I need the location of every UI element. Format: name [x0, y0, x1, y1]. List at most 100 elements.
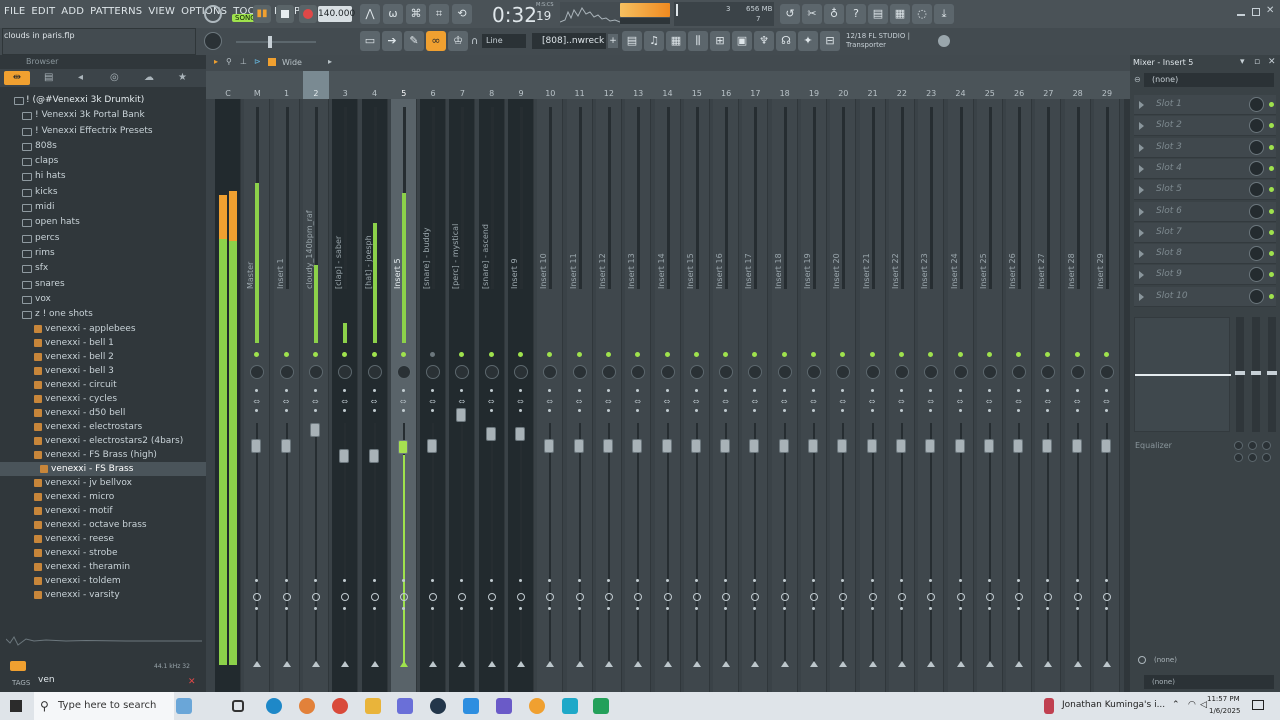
send-arrow-icon[interactable]: [1044, 661, 1053, 667]
fl-icon[interactable]: [463, 698, 479, 714]
slot-mix-knob[interactable]: [1249, 203, 1264, 219]
route-ring[interactable]: [663, 593, 672, 601]
slot-mix-knob[interactable]: [1249, 182, 1264, 198]
send-arrow-icon[interactable]: [370, 661, 379, 667]
browser-root[interactable]: ! (@#Venexxi 3k Drumkit): [0, 93, 206, 108]
track-enable-led[interactable]: [371, 352, 377, 357]
wait-button[interactable]: ω: [383, 4, 403, 24]
effect-slot[interactable]: Slot 2: [1134, 116, 1276, 137]
link-icon[interactable]: ∞: [426, 31, 446, 51]
windows-start-icon[interactable]: [10, 700, 22, 712]
send-arrow-icon[interactable]: [985, 661, 994, 667]
send-arrow-icon[interactable]: [1015, 661, 1024, 667]
mixer-tool-icon-2[interactable]: ⊥: [240, 57, 247, 66]
stereo-separation-icon[interactable]: ⇔: [1074, 397, 1081, 406]
route-ring[interactable]: [780, 593, 789, 601]
insert-track[interactable]: Insert 11 ⇔: [566, 99, 593, 692]
track-enable-led[interactable]: [986, 352, 992, 357]
insert-track[interactable]: Insert 25 ⇔: [976, 99, 1003, 692]
track-enable-led[interactable]: [1104, 352, 1109, 357]
route-ring[interactable]: [517, 593, 525, 601]
file-item[interactable]: venexxi - theramin: [0, 560, 206, 574]
file-item[interactable]: venexxi - jv bellvox: [0, 476, 206, 490]
pattern-keyboard-icon[interactable]: ▭: [360, 31, 380, 51]
insert-track[interactable]: Insert 10 ⇔: [537, 99, 564, 692]
insert-track[interactable]: Insert 27 ⇔: [1035, 99, 1062, 692]
slot-arrow-icon[interactable]: [1139, 228, 1144, 237]
volume-fader[interactable]: [280, 439, 291, 453]
input-select[interactable]: (none): [1144, 73, 1274, 87]
pan-knob[interactable]: [426, 365, 441, 379]
stereo-separation-icon[interactable]: ⇔: [546, 397, 553, 406]
master-pitch-slider[interactable]: [620, 18, 670, 24]
track-number[interactable]: M: [244, 89, 270, 98]
slot-enable-led[interactable]: [1269, 144, 1274, 150]
fl-studio-icon[interactable]: [529, 698, 545, 714]
file-item-selected[interactable]: venexxi - FS Brass: [0, 462, 206, 477]
file-item[interactable]: venexxi - electrostars2 (4bars): [0, 434, 206, 448]
stereo-separation-icon[interactable]: ⇔: [576, 397, 583, 406]
pan-knob[interactable]: [308, 365, 323, 379]
insert-track[interactable]: Insert 19 ⇔: [801, 99, 827, 692]
effect-slot[interactable]: Slot 10: [1134, 286, 1276, 307]
volume-fader[interactable]: [339, 449, 350, 463]
slot-mix-knob[interactable]: [1249, 267, 1264, 283]
mixer-view-label[interactable]: Wide: [282, 58, 302, 67]
pan-knob[interactable]: [1041, 365, 1056, 379]
teams-icon[interactable]: [496, 698, 512, 714]
stereo-separation-icon[interactable]: ⇔: [693, 397, 700, 406]
insert-track[interactable]: Insert 15 ⇔: [683, 99, 710, 692]
volume-fader[interactable]: [397, 440, 408, 454]
edge-icon[interactable]: [266, 698, 282, 714]
slot-mix-knob[interactable]: [1249, 97, 1264, 112]
insert-track[interactable]: Insert 18 ⇔: [771, 99, 798, 692]
pan-knob[interactable]: [982, 365, 997, 379]
route-ring[interactable]: [604, 593, 613, 601]
track-number[interactable]: 3: [332, 89, 358, 98]
track-enable-led[interactable]: [664, 352, 670, 357]
file-item[interactable]: venexxi - strobe: [0, 546, 206, 560]
slot-enable-led[interactable]: [1269, 293, 1274, 299]
effect-slot[interactable]: Slot 5: [1134, 180, 1276, 201]
stereo-separation-icon[interactable]: ⇔: [751, 397, 758, 406]
menu-view[interactable]: VIEW: [148, 6, 175, 17]
track-enable-led[interactable]: [693, 352, 699, 357]
revert-icon[interactable]: ↺: [780, 4, 800, 24]
insert-track[interactable]: Insert 16 ⇔: [713, 99, 740, 692]
track-enable-led[interactable]: [1074, 352, 1080, 357]
stereo-separation-icon[interactable]: ⇔: [488, 397, 495, 406]
piano-roll-icon[interactable]: ♫: [644, 31, 664, 51]
menu-edit[interactable]: EDIT: [31, 6, 55, 17]
send-arrow-icon[interactable]: [546, 661, 555, 667]
track-enable-led[interactable]: [518, 352, 523, 357]
stereo-separation-icon[interactable]: ⇔: [1103, 397, 1110, 406]
app-icon-2[interactable]: [562, 698, 578, 714]
clock-date[interactable]: 1/6/2025: [1209, 707, 1240, 715]
mixer-view-arrow-icon[interactable]: ▸: [328, 57, 332, 66]
minimize-window-icon[interactable]: [1237, 8, 1245, 16]
track-enable-led[interactable]: [342, 352, 348, 357]
volume-fader[interactable]: [720, 439, 731, 453]
insert-track[interactable]: Insert 17 ⇔: [742, 99, 769, 692]
volume-fader[interactable]: [661, 439, 672, 453]
file-item[interactable]: venexxi - octave brass: [0, 518, 206, 532]
effect-slot[interactable]: Slot 1: [1134, 95, 1276, 115]
pan-knob[interactable]: [1100, 365, 1114, 379]
insert-track[interactable]: cloudy_140bpm_raf ⇔: [302, 99, 329, 692]
pan-knob[interactable]: [836, 365, 851, 379]
insert-track[interactable]: Insert 20 ⇔: [830, 99, 857, 692]
send-arrow-icon[interactable]: [487, 661, 496, 667]
volume-fader[interactable]: [866, 439, 877, 453]
pan-knob[interactable]: [1012, 365, 1027, 379]
magnet-icon[interactable]: ∩: [471, 36, 478, 47]
volume-fader[interactable]: [544, 439, 555, 453]
wifi-icon[interactable]: ◠: [1188, 700, 1196, 710]
slot-arrow-icon[interactable]: [1139, 122, 1144, 131]
insert-track[interactable]: Insert 21 ⇔: [859, 99, 886, 692]
track-enable-led[interactable]: [781, 352, 787, 357]
file-item[interactable]: venexxi - bell 3: [0, 364, 206, 378]
stereo-separation-icon[interactable]: ⇔: [312, 397, 319, 406]
stereo-separation-icon[interactable]: ⇔: [869, 397, 876, 406]
step-edit-button[interactable]: ⌗: [429, 4, 449, 24]
insert-track[interactable]: Insert 28 ⇔: [1064, 99, 1091, 692]
